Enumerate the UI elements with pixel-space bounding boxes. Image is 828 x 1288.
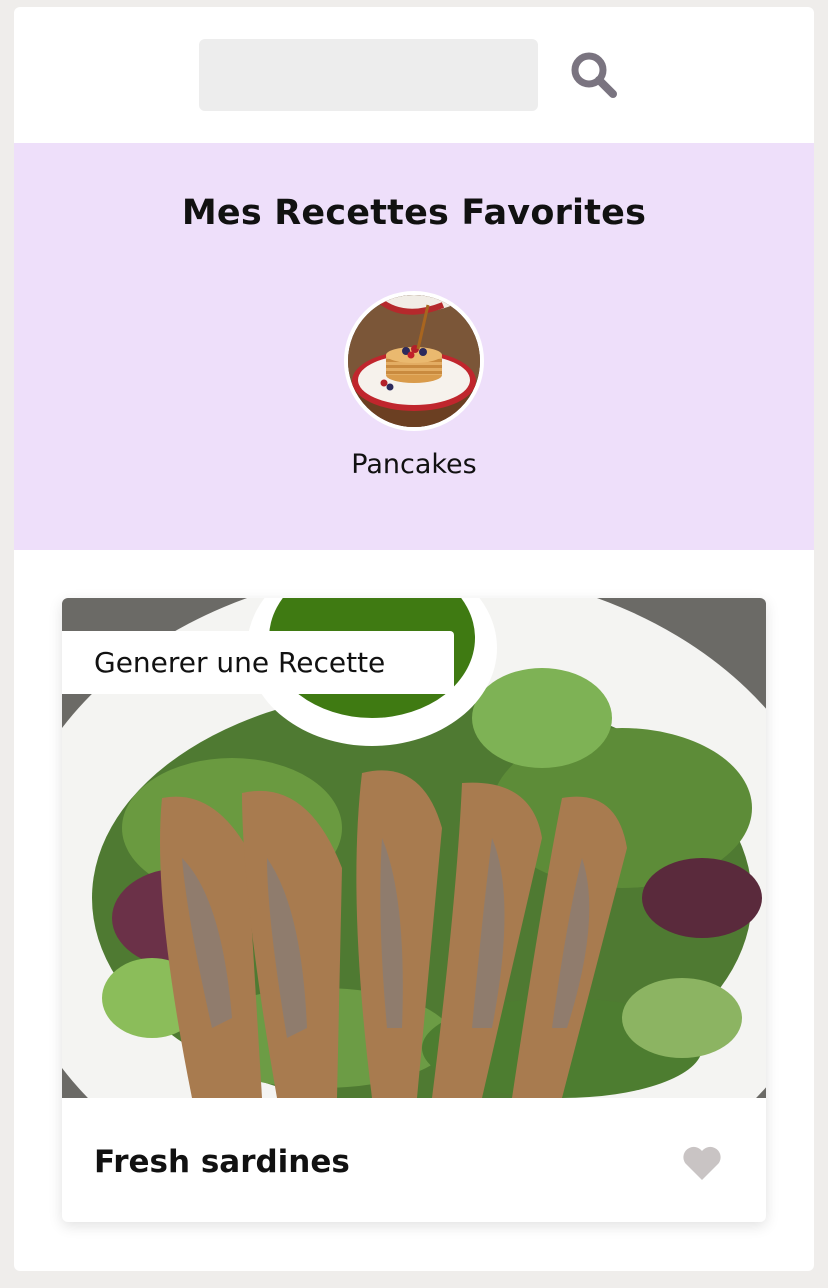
pancakes-thumbnail xyxy=(344,291,484,431)
recipe-title: Fresh sardines xyxy=(94,1144,350,1180)
favorites-title: Mes Recettes Favorites xyxy=(181,193,647,233)
favorites-section: Mes Recettes Favorites Pancakes xyxy=(14,143,814,550)
card-footer: Fresh sardines xyxy=(62,1098,766,1222)
favorite-item-pancakes[interactable]: Pancakes xyxy=(344,291,484,480)
app-frame: Mes Recettes Favorites Pancakes Generer … xyxy=(14,7,814,1271)
heart-icon xyxy=(683,1146,721,1180)
pancakes-image xyxy=(348,295,480,427)
generate-recipe-button[interactable]: Generer une Recette xyxy=(62,631,454,694)
favorite-button[interactable] xyxy=(678,1142,726,1186)
header xyxy=(14,7,814,143)
search-input[interactable] xyxy=(199,39,538,111)
search-button[interactable] xyxy=(566,47,622,103)
recipe-card[interactable]: Generer une Recette Fresh sardines xyxy=(62,598,766,1222)
favorite-label: Pancakes xyxy=(351,449,477,480)
search-icon xyxy=(571,52,617,98)
